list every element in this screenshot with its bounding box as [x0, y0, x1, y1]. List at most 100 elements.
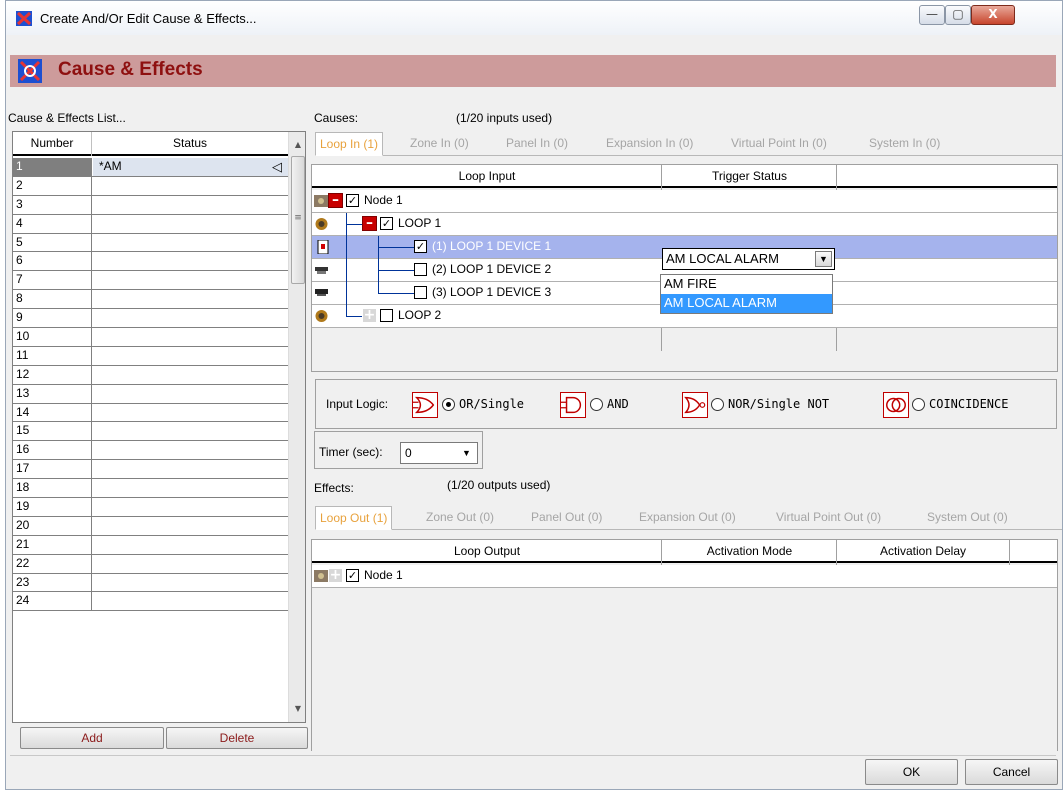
- collapse-icon[interactable]: –: [362, 216, 377, 231]
- tab-loop-out[interactable]: Loop Out (1): [315, 506, 393, 530]
- tab-zone-out[interactable]: Zone Out (0): [422, 506, 498, 530]
- or-single-label: OR/Single: [459, 397, 525, 411]
- list-item[interactable]: 14: [13, 403, 288, 423]
- tab-panel-out[interactable]: Panel Out (0): [527, 506, 606, 530]
- timer-select[interactable]: 0 ▼: [400, 442, 478, 464]
- maximize-button[interactable]: ▢: [945, 5, 971, 25]
- tab-zone-in[interactable]: Zone In (0): [406, 132, 473, 156]
- dialog-window: Create And/Or Edit Cause & Effects... — …: [5, 0, 1063, 790]
- close-button[interactable]: X: [971, 5, 1015, 25]
- node-1-label: Node 1: [364, 193, 403, 207]
- list-item[interactable]: 4: [13, 214, 288, 234]
- title-bar[interactable]: Create And/Or Edit Cause & Effects... — …: [6, 1, 1062, 35]
- list-item-status: [93, 574, 288, 592]
- list-item[interactable]: 5: [13, 233, 288, 253]
- tab-system-out[interactable]: System Out (0): [923, 506, 1012, 530]
- option-am-fire[interactable]: AM FIRE: [661, 275, 832, 294]
- causes-tabs: Loop In (1) Zone In (0) Panel In (0) Exp…: [315, 132, 1062, 156]
- list-item[interactable]: 17: [13, 460, 288, 480]
- list-item[interactable]: 13: [13, 384, 288, 404]
- tree-row-node-1[interactable]: – ✓ Node 1: [312, 190, 1057, 213]
- ok-button[interactable]: OK: [865, 759, 958, 785]
- column-header-status[interactable]: Status: [92, 136, 288, 150]
- tab-system-in[interactable]: System In (0): [865, 132, 944, 156]
- collapse-icon[interactable]: –: [328, 193, 343, 208]
- list-item[interactable]: 15: [13, 422, 288, 442]
- list-item-number: 11: [13, 346, 92, 365]
- expand-icon[interactable]: +: [328, 568, 343, 583]
- tab-expansion-out[interactable]: Expansion Out (0): [635, 506, 740, 530]
- column-header-loop-input[interactable]: Loop Input: [312, 169, 662, 183]
- device-1-checkbox[interactable]: ✓: [414, 240, 427, 253]
- list-item[interactable]: 10: [13, 328, 288, 347]
- list-item-status: *AM: [93, 158, 288, 176]
- list-item[interactable]: 2: [13, 176, 288, 196]
- list-item-number: 18: [13, 479, 92, 498]
- scroll-down-icon[interactable]: ▼: [289, 700, 305, 718]
- list-item[interactable]: 6: [13, 252, 288, 272]
- list-item[interactable]: 16: [13, 441, 288, 461]
- list-item[interactable]: 1 *AM ◁: [13, 158, 288, 177]
- option-am-local-alarm[interactable]: AM LOCAL ALARM: [661, 294, 832, 313]
- list-item[interactable]: 11: [13, 346, 288, 366]
- list-item[interactable]: 23: [13, 573, 288, 593]
- column-header-number[interactable]: Number: [13, 136, 91, 150]
- list-item-status: [93, 422, 288, 440]
- list-item-number: 2: [13, 176, 92, 195]
- list-item[interactable]: 12: [13, 365, 288, 385]
- list-item[interactable]: 21: [13, 535, 288, 555]
- cause-effect-list[interactable]: Number Status 1 *AM ◁ 2 3 4 5 6 7 8 9 10 11 12 13 14 15 1…: [12, 131, 306, 723]
- tab-virtual-point-in[interactable]: Virtual Point In (0): [727, 132, 831, 156]
- effects-node-1-checkbox[interactable]: ✓: [346, 569, 359, 582]
- and-label: AND: [607, 397, 629, 411]
- and-radio[interactable]: [590, 398, 603, 411]
- dropdown-arrow-icon[interactable]: ▼: [815, 251, 832, 267]
- scroll-up-icon[interactable]: ▲: [289, 136, 305, 154]
- loop-2-checkbox[interactable]: [380, 309, 393, 322]
- list-scrollbar[interactable]: ▲ ≡ ▼: [288, 132, 305, 722]
- tab-virtual-point-out[interactable]: Virtual Point Out (0): [772, 506, 885, 530]
- node-1-checkbox[interactable]: ✓: [346, 194, 359, 207]
- list-item[interactable]: 20: [13, 516, 288, 536]
- list-item[interactable]: 3: [13, 195, 288, 215]
- trigger-status-options[interactable]: AM FIRE AM LOCAL ALARM: [660, 274, 833, 314]
- effects-row-node-1[interactable]: + ✓ Node 1: [312, 565, 1057, 588]
- tab-loop-in[interactable]: Loop In (1): [315, 132, 384, 156]
- delete-button[interactable]: Delete: [166, 727, 308, 749]
- column-header-trigger-status[interactable]: Trigger Status: [662, 169, 837, 183]
- dropdown-arrow-icon[interactable]: ▼: [458, 445, 475, 461]
- tree-row-loop-1[interactable]: – ✓ LOOP 1: [312, 213, 1057, 236]
- effects-grid: Loop Output Activation Mode Activation D…: [311, 539, 1058, 751]
- list-header: Number Status: [13, 132, 288, 156]
- column-header-activation-mode[interactable]: Activation Mode: [662, 544, 837, 558]
- column-header-activation-delay[interactable]: Activation Delay: [837, 544, 1009, 558]
- list-item-status: [93, 479, 288, 497]
- nor-single-not-radio[interactable]: [711, 398, 724, 411]
- list-item-status: [93, 555, 288, 573]
- list-item-status: [93, 196, 288, 214]
- minimize-button[interactable]: —: [919, 5, 945, 25]
- list-item[interactable]: 8: [13, 290, 288, 310]
- list-item[interactable]: 19: [13, 498, 288, 517]
- list-item[interactable]: 9: [13, 309, 288, 329]
- list-rows: 1 *AM ◁ 2 3 4 5 6 7 8 9 10 11 12 13 14 15 16 17 18 19 20 21 22 2…: [13, 158, 288, 612]
- list-item-number: 9: [13, 309, 92, 328]
- or-single-radio[interactable]: [442, 398, 455, 411]
- scroll-thumb[interactable]: ≡: [291, 156, 305, 284]
- column-header-loop-output[interactable]: Loop Output: [312, 544, 662, 558]
- list-item[interactable]: 7: [13, 271, 288, 291]
- tab-panel-in[interactable]: Panel In (0): [502, 132, 572, 156]
- loop-1-checkbox[interactable]: ✓: [380, 217, 393, 230]
- expand-icon[interactable]: +: [362, 308, 377, 323]
- device-2-checkbox[interactable]: [414, 263, 427, 276]
- coincidence-radio[interactable]: [912, 398, 925, 411]
- list-item[interactable]: 22: [13, 554, 288, 574]
- list-item-status: [93, 290, 288, 308]
- list-item[interactable]: 24: [13, 592, 288, 612]
- trigger-status-select[interactable]: AM LOCAL ALARM ▼: [662, 248, 835, 270]
- cancel-button[interactable]: Cancel: [965, 759, 1058, 785]
- device-3-checkbox[interactable]: [414, 286, 427, 299]
- tab-expansion-in[interactable]: Expansion In (0): [602, 132, 697, 156]
- add-button[interactable]: Add: [20, 727, 164, 749]
- list-item[interactable]: 18: [13, 479, 288, 499]
